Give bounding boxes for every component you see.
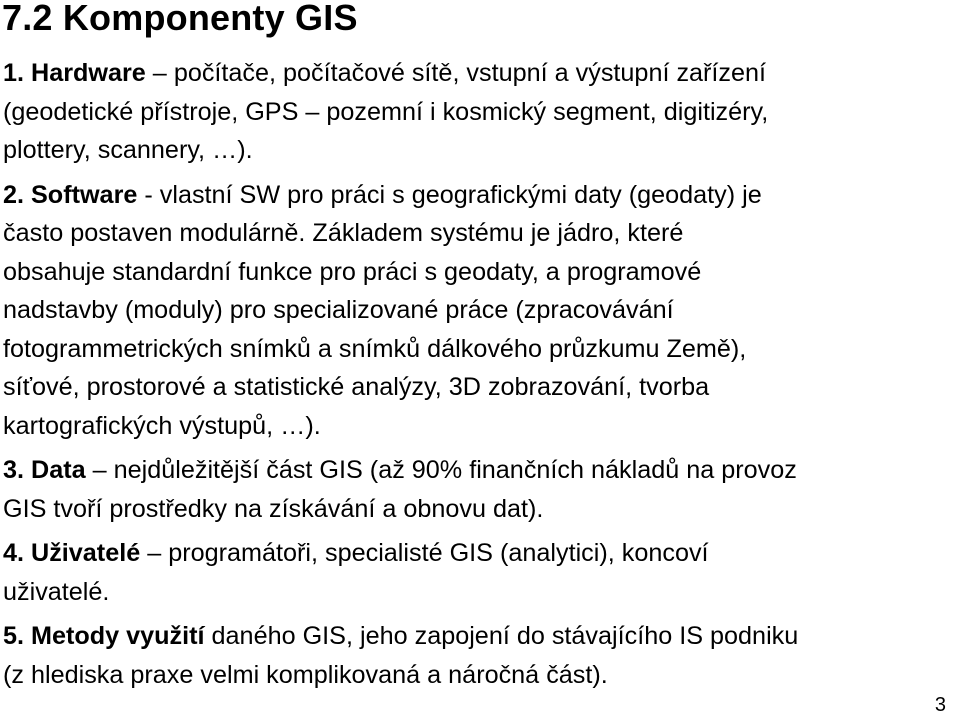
item-line: 2. Software - vlastní SW pro práci s geo… xyxy=(3,176,958,215)
item-label: 3. Data xyxy=(3,456,86,484)
component-list: 1. Hardware – počítače, počítačové sítě,… xyxy=(3,54,958,700)
item-line: síťové, prostorové a statistické analýzy… xyxy=(3,373,710,401)
list-item-methods: 5. Metody využití daného GIS, jeho zapoj… xyxy=(3,617,958,694)
item-text: – nejdůležitější část GIS (až 90% finanč… xyxy=(85,456,797,484)
item-line: 3. Data – nejdůležitější část GIS (až 90… xyxy=(3,451,958,490)
item-label: 5. Metody využití xyxy=(3,622,205,650)
item-line: 4. Uživatelé – programátoři, specialisté… xyxy=(3,534,958,573)
item-line: fotogrammetrických snímků a snímků dálko… xyxy=(3,334,747,363)
item-line: obsahuje standardní funkce pro práci s g… xyxy=(3,257,702,286)
item-text: – počítače, počítačové sítě, vstupní a v… xyxy=(145,59,767,87)
item-line: často postaven modulárně. Základem systé… xyxy=(3,219,684,247)
item-text: daného GIS, jeho zapojení do stávajícího… xyxy=(204,622,799,650)
item-line: (z hlediska praxe velmi komplikovaná a n… xyxy=(3,660,608,689)
item-line: plottery, scannery, …). xyxy=(3,136,253,164)
list-item-hardware: 1. Hardware – počítače, počítačové sítě,… xyxy=(3,54,958,170)
item-line: GIS tvoří prostředky na získávání a obno… xyxy=(3,494,544,523)
item-text: – programátoři, specialisté GIS (analyti… xyxy=(140,539,709,567)
item-line: 5. Metody využití daného GIS, jeho zapoj… xyxy=(3,617,958,656)
list-item-users: 4. Uživatelé – programátoři, specialisté… xyxy=(3,534,958,611)
item-label: 2. Software xyxy=(3,180,138,209)
item-label: 4. Uživatelé xyxy=(3,539,141,567)
page-number: 3 xyxy=(934,694,946,716)
item-line: (geodetické přístroje, GPS – pozemní i k… xyxy=(3,97,769,126)
slide-title: 7.2 Komponenty GIS xyxy=(2,0,358,38)
item-label: 1. Hardware xyxy=(3,59,146,87)
item-line: uživatelé. xyxy=(3,577,110,606)
item-line: kartografických výstupů, …). xyxy=(3,411,321,440)
item-line: nadstavby (moduly) pro specializované pr… xyxy=(3,296,674,324)
item-line: 1. Hardware – počítače, počítačové sítě,… xyxy=(3,54,958,93)
item-text: - vlastní SW pro práci s geografickými d… xyxy=(137,180,762,209)
list-item-data: 3. Data – nejdůležitější část GIS (až 90… xyxy=(3,451,958,528)
list-item-software: 2. Software - vlastní SW pro práci s geo… xyxy=(3,176,958,446)
